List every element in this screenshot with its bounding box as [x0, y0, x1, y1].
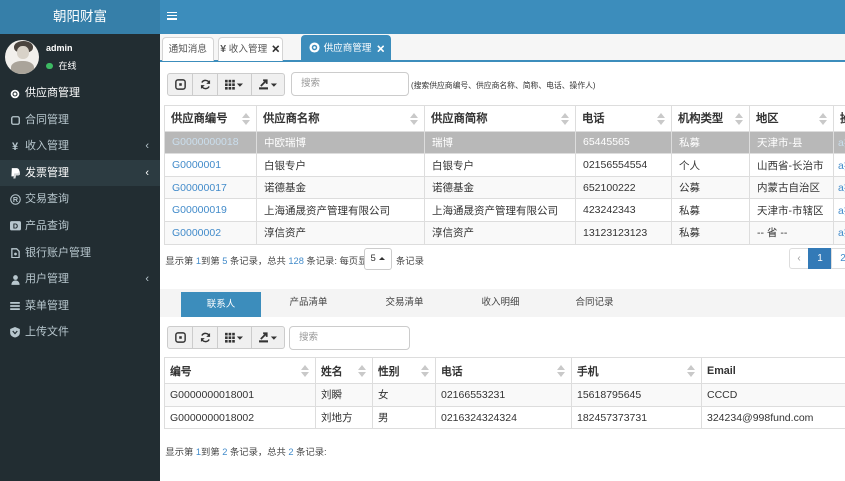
svg-text:D: D: [12, 222, 17, 231]
svg-text:R: R: [12, 195, 18, 204]
